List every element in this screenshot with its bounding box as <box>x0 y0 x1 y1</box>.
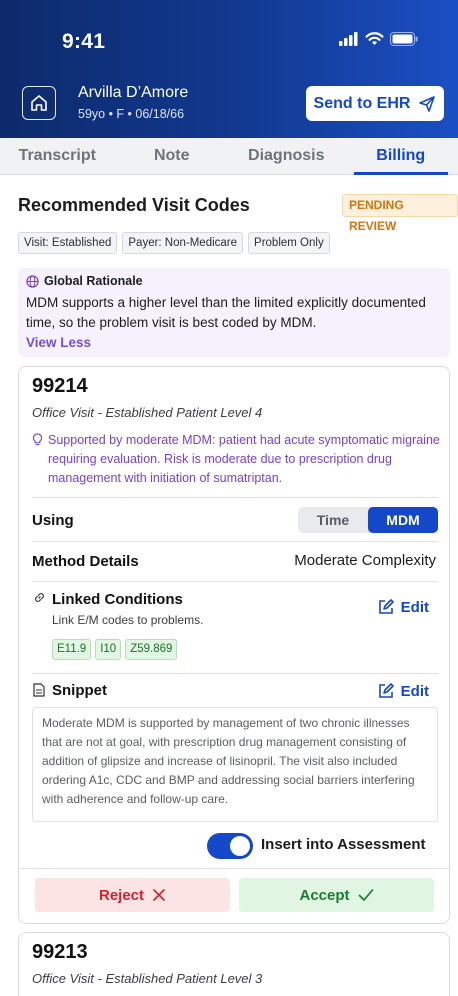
check-icon <box>358 889 373 901</box>
insert-toggle[interactable] <box>207 833 253 859</box>
send-icon <box>419 95 436 112</box>
divider <box>32 673 438 674</box>
rationale-text: MDM supports a higher level than the lim… <box>26 295 426 330</box>
support-text: Supported by moderate MDM: patient had a… <box>48 433 440 485</box>
visit-code-card: 99214 Office Visit - Established Patient… <box>18 366 450 924</box>
app-header: 9:41 Arvilla D’Amore 59yo • F • 06/18/66… <box>0 0 458 138</box>
send-to-ehr-button[interactable]: Send to EHR <box>306 86 444 121</box>
using-label: Using <box>32 512 74 529</box>
tag-payer: Payer: Non-Medicare <box>122 232 244 254</box>
visit-code: 99213 <box>32 941 88 963</box>
globe-icon <box>26 274 39 288</box>
linked-conditions-note: Link E/M codes to problems. <box>52 613 204 627</box>
visit-code: 99214 <box>32 375 88 397</box>
tab-bar: Transcript Note Diagnosis Billing <box>0 138 458 175</box>
snippet-title: Snippet <box>52 682 107 699</box>
method-toggle: Time MDM <box>298 507 438 533</box>
tab-note[interactable]: Note <box>115 138 230 174</box>
rationale-header: Global Rationale <box>26 274 442 288</box>
method-details-value: Moderate Complexity <box>294 552 436 569</box>
global-rationale: Global Rationale MDM supports a higher l… <box>18 268 450 357</box>
patient-meta: 59yo • F • 06/18/66 <box>78 107 185 121</box>
accept-button[interactable]: Accept <box>239 878 434 912</box>
edit-label: Edit <box>400 598 429 616</box>
close-icon <box>153 889 165 901</box>
tag-problem: Problem Only <box>248 232 330 254</box>
divider <box>32 497 438 498</box>
toggle-time[interactable]: Time <box>298 507 368 533</box>
visit-tags: Visit: Established Payer: Non-Medicare P… <box>18 232 330 254</box>
edit-icon <box>378 683 394 698</box>
rationale-title: Global Rationale <box>44 274 143 288</box>
linked-conditions-title: Linked Conditions <box>52 591 183 608</box>
tab-transcript[interactable]: Transcript <box>0 138 115 174</box>
reject-button[interactable]: Reject <box>35 878 230 912</box>
divider <box>32 541 438 542</box>
snippet-text: Moderate MDM is supported by management … <box>32 707 438 822</box>
insert-label: Insert into Assessment <box>261 836 426 853</box>
home-icon <box>31 95 47 111</box>
status-time: 9:41 <box>62 30 106 53</box>
condition-code: E11.9 <box>52 639 92 660</box>
edit-snippet-button[interactable]: Edit <box>377 682 429 700</box>
reject-label: Reject <box>98 886 145 904</box>
visit-code-description: Office Visit - Established Patient Level… <box>32 405 263 420</box>
wifi-icon <box>365 32 384 45</box>
toggle-mdm[interactable]: MDM <box>368 507 438 533</box>
status-badge: PENDING REVIEW <box>342 194 458 233</box>
condition-codes: E11.9 I10 Z59.869 <box>52 639 178 660</box>
toggle-knob <box>230 836 250 856</box>
tab-diagnosis[interactable]: Diagnosis <box>229 138 344 174</box>
accept-label: Accept <box>299 886 350 904</box>
divider <box>32 581 438 582</box>
condition-code: Z59.869 <box>125 639 178 660</box>
status-icons <box>339 32 418 46</box>
tag-visit: Visit: Established <box>18 232 118 254</box>
patient-name: Arvilla D’Amore <box>78 84 189 101</box>
edit-icon <box>378 599 394 614</box>
section-title: Recommended Visit Codes <box>18 195 250 215</box>
signal-icon <box>339 32 358 46</box>
home-button[interactable] <box>22 86 56 120</box>
link-icon <box>35 593 44 602</box>
visit-code-description: Office Visit - Established Patient Level… <box>32 971 263 986</box>
battery-icon <box>390 32 418 46</box>
edit-conditions-button[interactable]: Edit <box>377 598 429 616</box>
condition-code: I10 <box>95 639 122 660</box>
document-icon <box>33 683 45 697</box>
divider <box>19 868 449 869</box>
lightbulb-icon <box>32 433 43 446</box>
method-details-label: Method Details <box>32 553 139 570</box>
edit-label: Edit <box>400 682 429 700</box>
tab-billing[interactable]: Billing <box>344 138 458 175</box>
visit-code-card: 99213 Office Visit - Established Patient… <box>18 932 450 996</box>
send-to-ehr-label: Send to EHR <box>313 94 411 112</box>
support-note: Supported by moderate MDM: patient had a… <box>32 431 442 488</box>
view-less-link[interactable]: View Less <box>26 335 442 350</box>
